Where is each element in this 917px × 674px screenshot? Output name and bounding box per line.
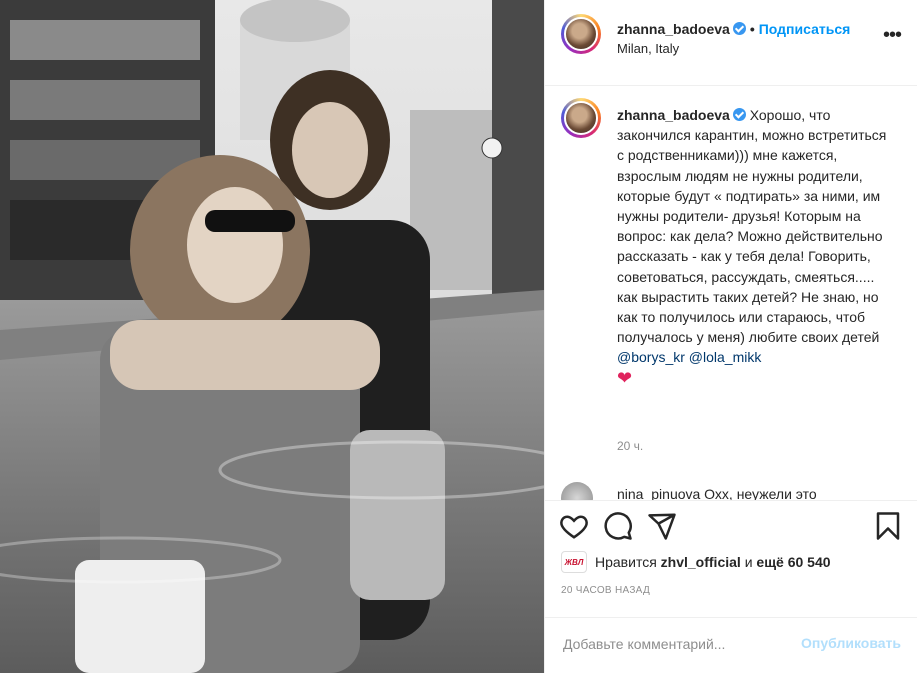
more-options-icon[interactable]: ••• [883,24,902,47]
mention-link[interactable]: @borys_kr [617,349,685,365]
likes-prefix: Нравится [595,554,657,570]
avatar[interactable] [561,14,601,54]
caption-username[interactable]: zhanna_badoeva [617,107,730,123]
caption-time[interactable]: 20 ч. [617,439,643,453]
comments-area: zhanna_badoeva Хорошо, что закончился ка… [545,86,917,500]
post-side-panel: zhanna_badoeva • Подписаться Milan, Italy … [544,0,917,673]
publish-button[interactable]: Опубликовать [801,635,901,651]
liker-avatar[interactable]: ЖВЛ [561,551,587,573]
photo-illustration [0,0,544,673]
add-comment-bar: Опубликовать [545,617,917,674]
username-link[interactable]: zhanna_badoeva [617,21,730,37]
commenter-avatar[interactable] [561,482,593,500]
liker-username[interactable]: zhvl_official [661,554,741,570]
separator-dot: • [749,21,755,37]
comment-text: nina_pinuova Охх, неужели это [617,486,817,500]
verified-badge-icon [732,108,746,121]
mention-link[interactable]: @lola_mikk [689,349,762,365]
follow-button[interactable]: Подписаться [759,21,851,37]
likes-middle: и [744,554,753,570]
heart-emoji: ❤ [617,367,633,388]
post-header: zhanna_badoeva • Подписаться Milan, Italy … [545,0,917,86]
post-timestamp[interactable]: 20 ЧАСОВ НАЗАД [561,585,650,596]
likes-line: ЖВЛ Нравится zhvl_official и ещё 60 540 [561,551,831,573]
comment-input[interactable] [561,630,785,658]
bookmark-icon[interactable] [873,511,903,541]
comment-icon[interactable] [603,511,633,541]
action-bar [545,500,917,551]
comment-item: nina_pinuova Охх, неужели это [561,482,901,500]
share-icon[interactable] [647,511,677,541]
caption: zhanna_badoeva Хорошо, что закончился ка… [617,105,897,389]
caption-avatar[interactable] [561,98,601,138]
location-link[interactable]: Milan, Italy [617,41,679,56]
post-photo[interactable] [0,0,544,673]
verified-badge-icon [732,22,746,35]
caption-text: Хорошо, что закончился карантин, можно в… [617,107,887,346]
heart-icon[interactable] [559,511,589,541]
likes-count[interactable]: ещё 60 540 [756,554,830,570]
instagram-post: zhanna_badoeva • Подписаться Milan, Italy … [0,0,917,673]
header-user-line: zhanna_badoeva • Подписаться [617,21,850,37]
